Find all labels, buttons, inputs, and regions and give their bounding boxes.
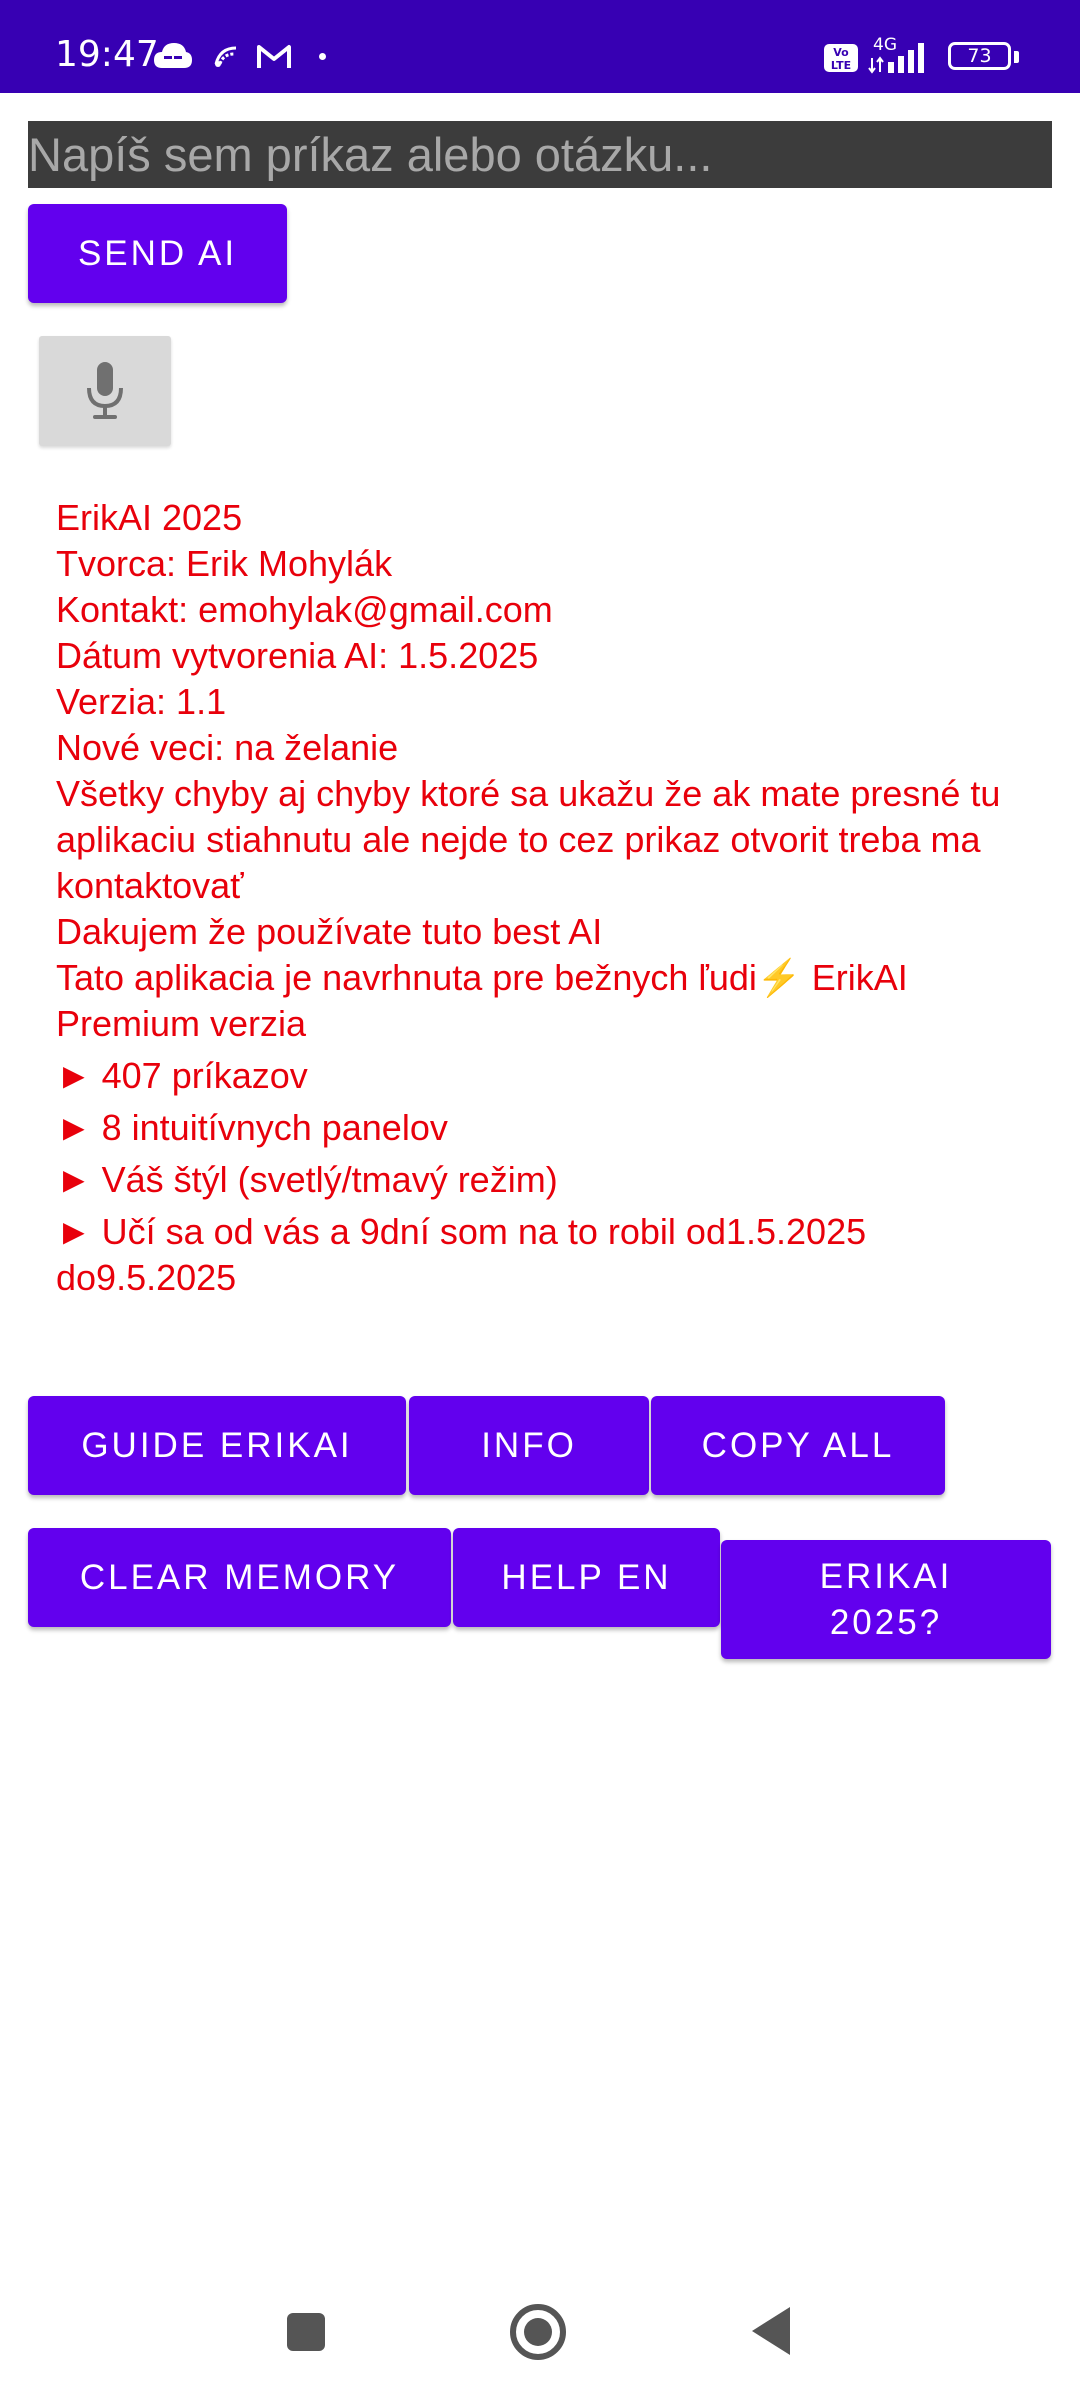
status-bar: 19:47 Vo LTE 4G 73 [0, 0, 1080, 93]
volte-icon: Vo LTE [824, 44, 858, 72]
contact-line: Kontakt: emohylak@gmail.com [56, 589, 553, 630]
command-input[interactable] [28, 121, 1052, 188]
creation-date-line: Dátum vytvorenia AI: 1.5.2025 [56, 635, 539, 676]
battery-icon: 73 [948, 42, 1011, 70]
notification-dot-icon [319, 53, 326, 60]
help-en-button[interactable]: HELP EN [453, 1528, 720, 1627]
feature-item: ► Váš štýl (svetlý/tmavý režim) [56, 1159, 558, 1200]
status-time: 19:47 [55, 34, 159, 75]
feature-item: ► 8 intuitívnych panelov [56, 1107, 448, 1148]
version-line: Verzia: 1.1 [56, 681, 227, 722]
battery-cap [1014, 51, 1019, 63]
microphone-button[interactable] [39, 336, 171, 446]
info-button[interactable]: INFO [409, 1396, 649, 1495]
recents-icon[interactable] [287, 2313, 325, 2351]
premium-line: Tato aplikacia je navrhnuta pre bežnych … [56, 957, 908, 1044]
back-icon[interactable] [752, 2307, 790, 2355]
guide-erikai-button[interactable]: GUIDE ERIKAI [28, 1396, 406, 1495]
author-line: Tvorca: Erik Mohylák [56, 543, 393, 584]
erikai-2025-button[interactable]: ERIKAI 2025? [721, 1540, 1051, 1659]
thanks-line: Dakujem že používate tuto best AI [56, 911, 603, 952]
home-icon-inner [524, 2318, 552, 2346]
battery-level: 73 [967, 45, 992, 67]
cloud-icon [154, 43, 192, 68]
send-ai-button[interactable]: SEND AI [28, 204, 287, 303]
info-text-block: ErikAI 2025 Tvorca: Erik Mohylák Kontakt… [56, 495, 1056, 1301]
navigation-bar [0, 2260, 1080, 2400]
clear-memory-button[interactable]: CLEAR MEMORY [28, 1528, 451, 1627]
bugs-note-line: Všetky chyby aj chyby ktoré sa ukažu že … [56, 773, 1001, 906]
new-things-line: Nové veci: na želanie [56, 727, 399, 768]
svg-text:Vo: Vo [833, 46, 849, 59]
svg-text:LTE: LTE [831, 59, 851, 72]
microphone-icon [87, 362, 123, 419]
copy-all-button[interactable]: COPY ALL [651, 1396, 945, 1495]
feature-item: ► Učí sa od vás a 9dní som na to robil o… [56, 1211, 867, 1298]
gmail-icon [257, 45, 291, 68]
home-icon[interactable] [510, 2304, 566, 2360]
feature-item: ► 407 príkazov [56, 1055, 308, 1096]
app-name-line: ErikAI 2025 [56, 497, 243, 538]
signal-icon [868, 43, 924, 74]
app-notification-icon [214, 46, 237, 67]
